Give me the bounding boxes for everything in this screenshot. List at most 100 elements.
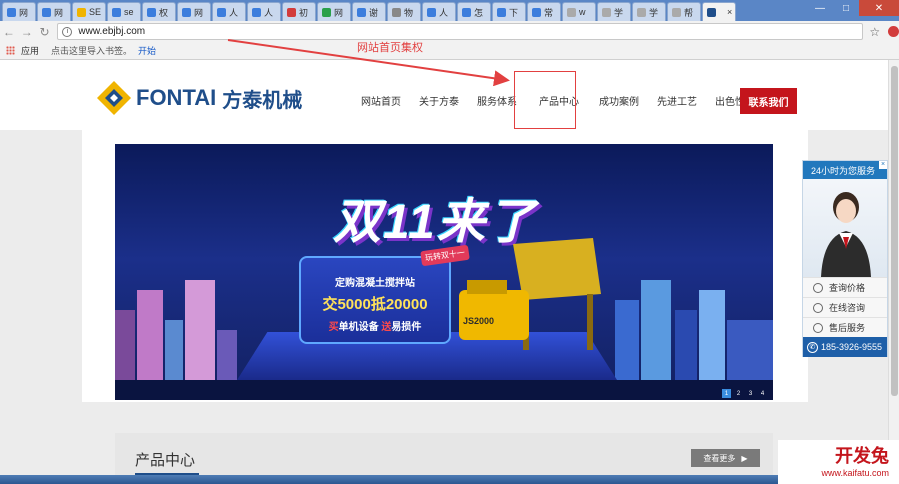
browser-tab[interactable]: 谢 (352, 2, 386, 21)
nav-home[interactable]: 网站首页 (352, 88, 410, 112)
browser-tab[interactable]: 权 (142, 2, 176, 21)
browser-tab[interactable]: 网 (317, 2, 351, 21)
tab-favicon-icon (182, 7, 191, 17)
browser-tab[interactable]: × (702, 2, 736, 21)
browser-tab[interactable]: 初 (282, 2, 316, 21)
tab-label: 初 (299, 7, 309, 18)
service-header-text: 24小时为您服务 (811, 165, 876, 176)
tab-label: 人 (439, 7, 449, 18)
carousel-dot-2[interactable]: 2 (734, 389, 743, 398)
window-close-button[interactable]: ✕ (859, 0, 899, 16)
tab-close-icon[interactable]: × (727, 7, 732, 17)
annotation-label: 网站首页集权 (357, 42, 423, 54)
extension-icon[interactable] (888, 26, 899, 37)
apps-link[interactable]: 应用 (21, 44, 39, 57)
browser-tab[interactable]: 学 (632, 2, 666, 21)
tab-label: 怎 (474, 7, 484, 18)
tab-favicon-icon (77, 7, 86, 17)
promo-equipment: 单机设备 (338, 322, 382, 333)
price-search-icon (813, 282, 823, 293)
reload-button[interactable]: ↻ (36, 25, 54, 39)
tab-label: 谢 (369, 7, 379, 18)
browser-tab[interactable]: 怎 (457, 2, 491, 21)
browser-toolbar: ← → ↻ i www.ebjbj.com ☆ (0, 21, 899, 42)
watermark-en: www.kaifatu.com (821, 468, 889, 478)
carousel-dot-3[interactable]: 3 (746, 389, 755, 398)
service-phone[interactable]: ✆ 185-3926-9555 (803, 337, 887, 357)
agent-figure-icon (821, 192, 871, 277)
site-watermark: 开发兔 www.kaifatu.com (778, 440, 899, 484)
browser-tab[interactable]: 下 (492, 2, 526, 21)
bookmarks-bar: 应用 点击这里导入书签。 开始 (0, 42, 899, 60)
nav-about[interactable]: 关于方泰 (410, 88, 468, 112)
import-bookmarks-start-link[interactable]: 开始 (138, 44, 156, 57)
forward-button[interactable]: → (18, 25, 36, 39)
tab-label: 帮 (684, 7, 694, 18)
browser-tab[interactable]: 物 (387, 2, 421, 21)
carousel-dot-1[interactable]: 1 (722, 389, 731, 398)
tab-favicon-icon (602, 7, 611, 17)
nav-technology[interactable]: 先进工艺 (648, 88, 706, 112)
tab-label: 下 (509, 7, 519, 18)
nav-contact-button[interactable]: 联系我们 (740, 88, 797, 114)
tab-favicon-icon (567, 7, 576, 17)
info-icon[interactable]: i (62, 26, 73, 37)
promo-banner[interactable]: 双11来了 定购混凝土搅拌站 交5000抵20000 买单机设备 送易损件 玩转… (115, 144, 773, 400)
promo-line-3: 买单机设备 送易损件 (301, 318, 449, 333)
logo-text-en: FONTAI (136, 85, 217, 110)
import-bookmarks-prompt: 点击这里导入书签。 (51, 46, 133, 56)
page-scrollbar[interactable] (888, 60, 899, 484)
watermark-cn: 开发兔 (835, 446, 889, 466)
promo-line-1: 定购混凝土搅拌站 (335, 278, 415, 289)
service-phone-number: 185-3926-9555 (821, 342, 883, 352)
web-page: FONTAI 方泰机械 网站首页 关于方泰 服务体系 产品中心 成功案例 先进工… (0, 60, 888, 484)
back-button[interactable]: ← (0, 25, 18, 39)
browser-tab[interactable]: 人 (422, 2, 456, 21)
tab-label: 网 (194, 7, 204, 18)
browser-tab[interactable]: 网 (2, 2, 36, 21)
tab-label: se (124, 7, 134, 17)
browser-tab[interactable]: 常 (527, 2, 561, 21)
tab-favicon-icon (497, 7, 506, 17)
service-after-sales[interactable]: 售后服务 (803, 317, 887, 337)
site-header: FONTAI 方泰机械 网站首页 关于方泰 服务体系 产品中心 成功案例 先进工… (0, 60, 888, 130)
service-close-icon[interactable]: × (879, 161, 887, 169)
service-online-chat[interactable]: 在线咨询 (803, 297, 887, 317)
carousel-dot-4[interactable]: 4 (758, 389, 767, 398)
browser-tab[interactable]: 人 (247, 2, 281, 21)
maximize-button[interactable]: □ (833, 0, 859, 16)
scrollbar-thumb[interactable] (891, 66, 898, 396)
apps-grid-icon[interactable] (6, 46, 15, 55)
tab-favicon-icon (672, 7, 681, 17)
browser-tab[interactable]: 网 (177, 2, 211, 21)
service-price-inquiry[interactable]: 查询价格 (803, 277, 887, 297)
tab-favicon-icon (42, 7, 51, 17)
tab-label: SE (89, 7, 102, 17)
bookmark-star-icon[interactable]: ☆ (869, 25, 880, 39)
address-bar[interactable]: i www.ebjbj.com (57, 23, 864, 40)
browser-tab[interactable]: w (562, 2, 596, 21)
tab-favicon-icon (462, 7, 471, 17)
service-header: 24小时为您服务 × (803, 161, 887, 179)
tab-label: 人 (229, 7, 239, 18)
browser-tab[interactable]: 帮 (667, 2, 701, 21)
tab-favicon-icon (147, 7, 156, 17)
promo-panel: 定购混凝土搅拌站 交5000抵20000 买单机设备 送易损件 (299, 256, 451, 344)
tab-favicon-icon (637, 7, 646, 17)
tab-label: 物 (404, 7, 414, 18)
service-agent-avatar (803, 179, 887, 277)
service-chat-label: 在线咨询 (829, 303, 866, 313)
browser-tab[interactable]: 网 (37, 2, 71, 21)
nav-cases[interactable]: 成功案例 (590, 88, 648, 112)
tab-favicon-icon (322, 7, 331, 17)
browser-tab[interactable]: SE (72, 2, 106, 21)
machine-model-label: JS2000 (463, 316, 495, 326)
browser-tab[interactable]: se (107, 2, 141, 21)
os-taskbar (0, 475, 899, 484)
browser-tab[interactable]: 学 (597, 2, 631, 21)
play-arrow-icon: ▶ (741, 453, 748, 463)
minimize-button[interactable]: — (807, 0, 833, 16)
browser-tab[interactable]: 人 (212, 2, 246, 21)
site-logo[interactable]: FONTAI 方泰机械 (96, 80, 302, 116)
view-more-button[interactable]: 查看更多 ▶ (691, 449, 760, 467)
